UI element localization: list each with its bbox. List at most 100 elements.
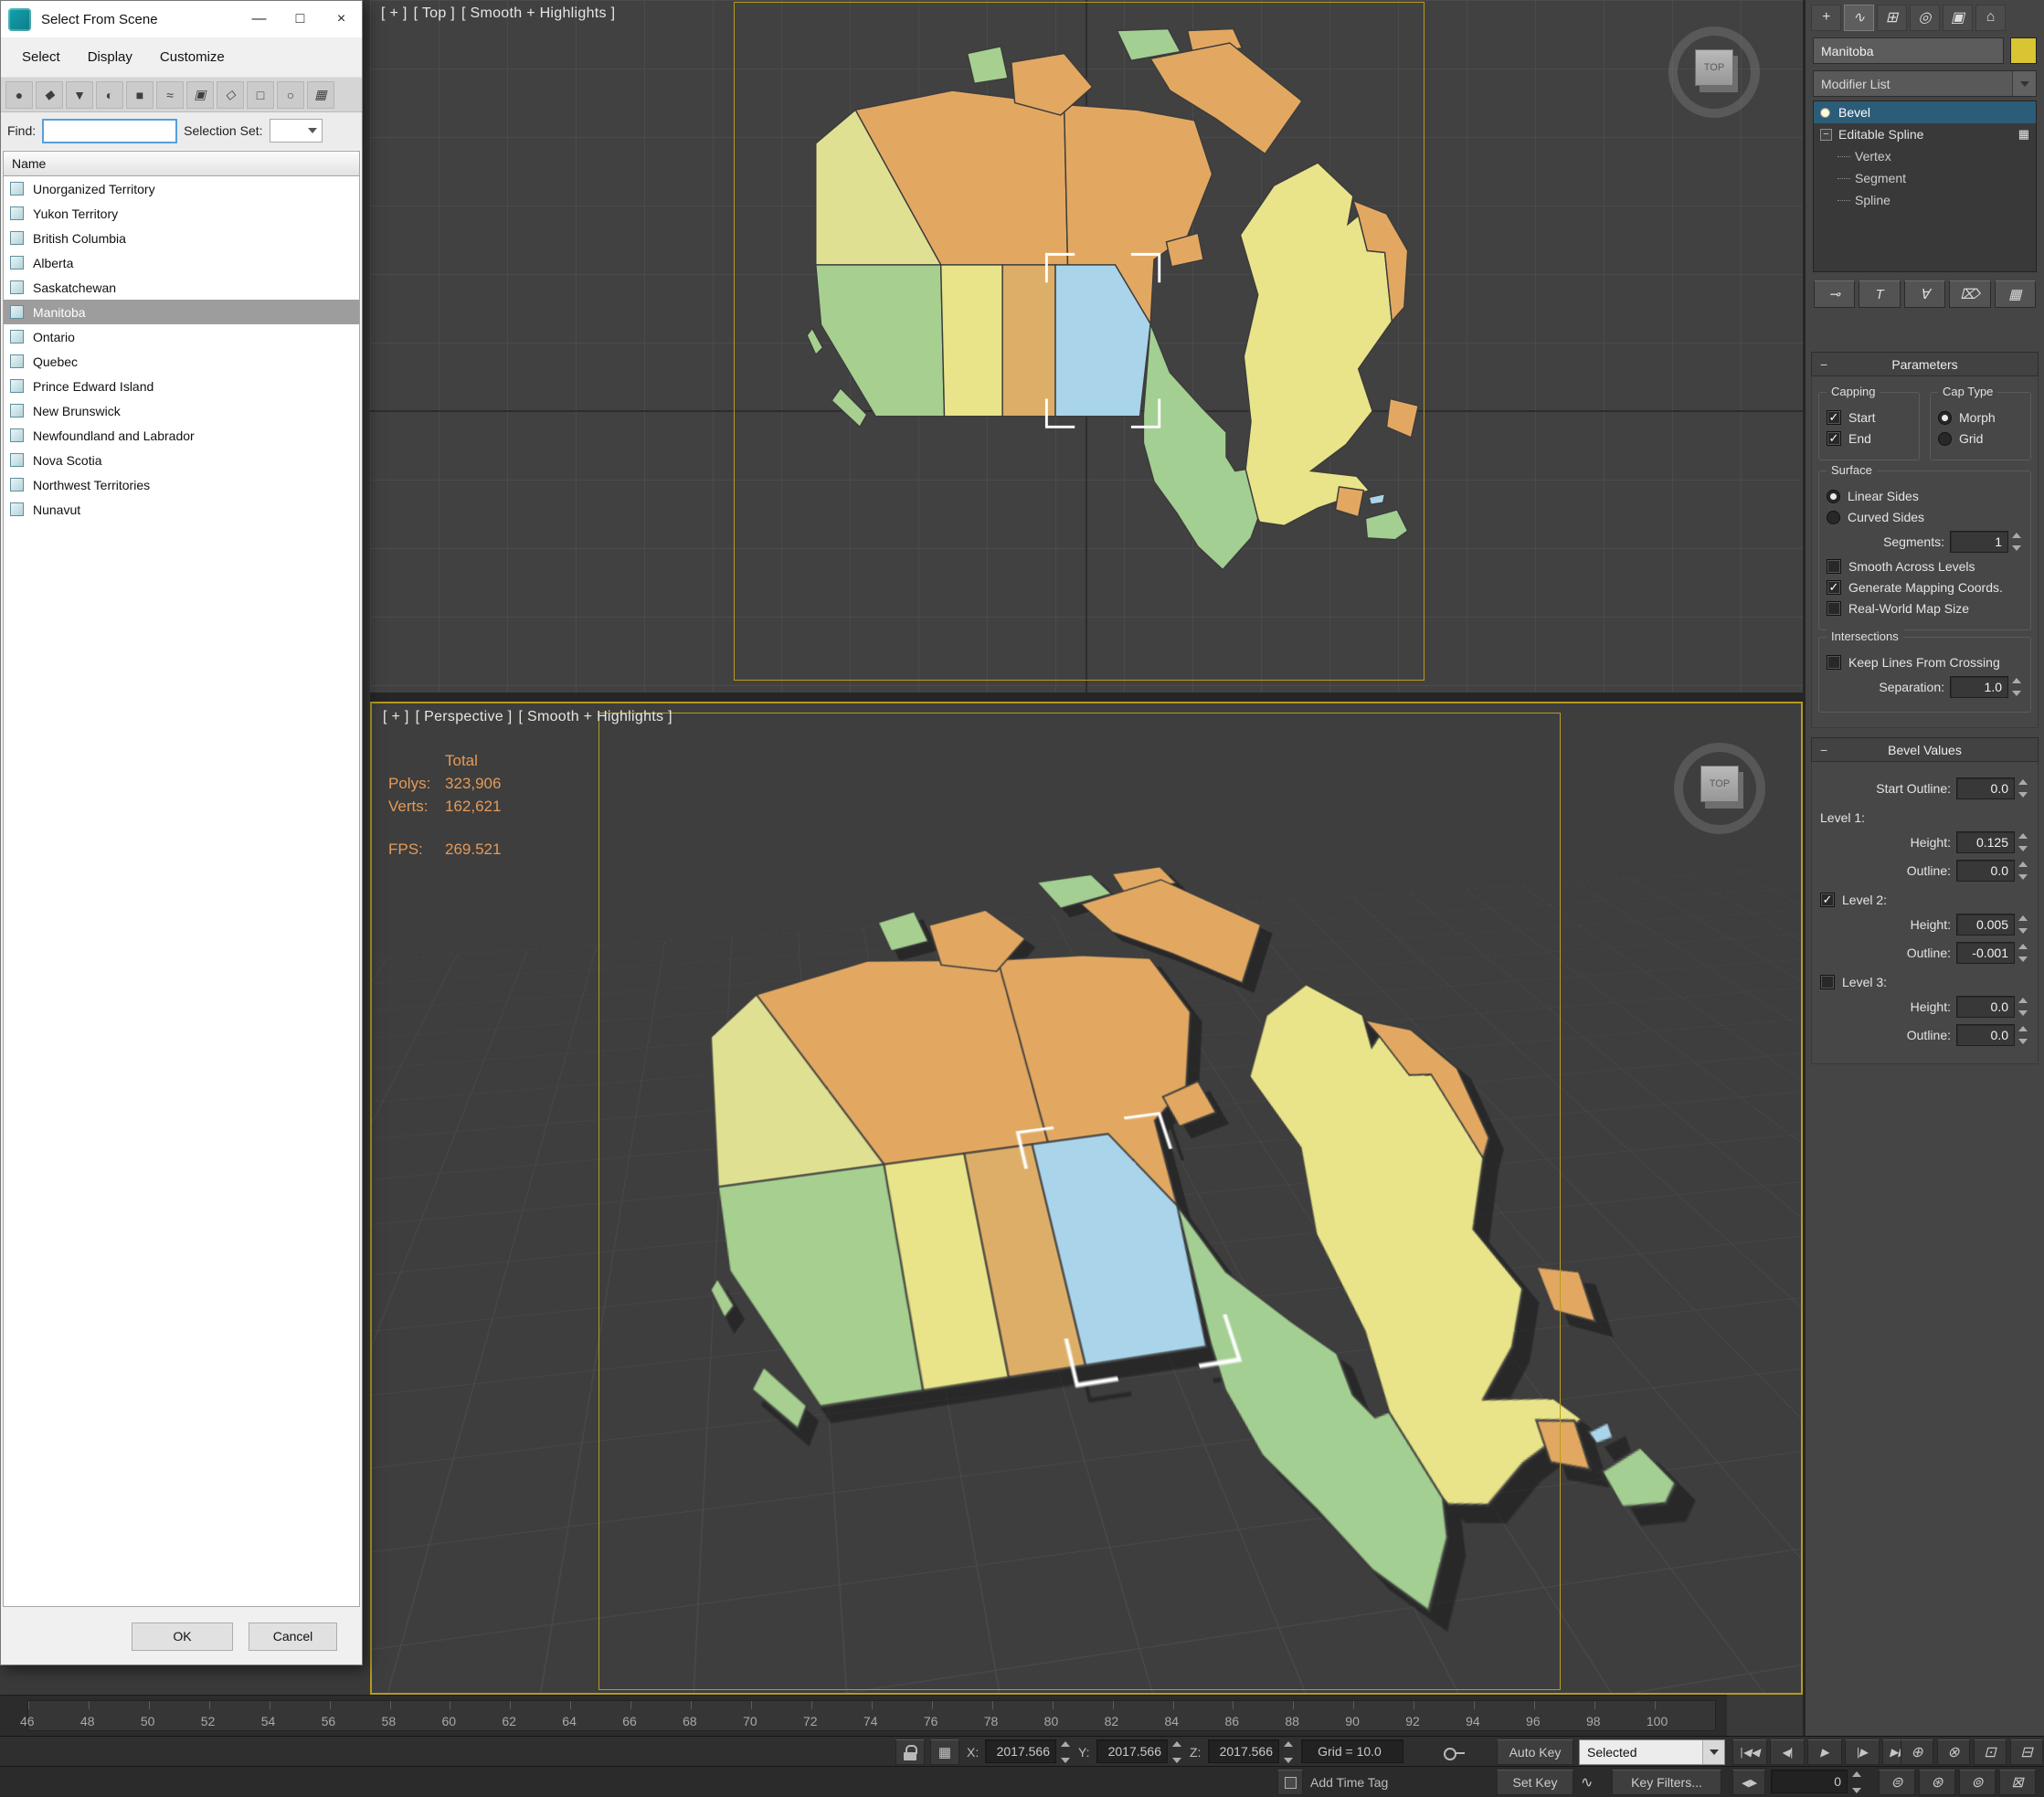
field-of-view-button[interactable]: ⊜ — [1879, 1770, 1915, 1795]
modify-tab[interactable]: ∿ — [1844, 4, 1874, 31]
scene-list-item[interactable]: New Brunswick — [4, 398, 359, 423]
orbit-view-button[interactable]: ⊚ — [1959, 1770, 1996, 1795]
spinner[interactable] — [2018, 860, 2029, 882]
spinner[interactable] — [1283, 1739, 1295, 1765]
display-lights-filter-button[interactable]: ▼ — [66, 80, 93, 109]
modifier-list-dropdown[interactable]: Modifier List — [1813, 70, 2037, 97]
grid-setting[interactable]: Grid = 10.0 — [1301, 1739, 1403, 1763]
previous-frame-button[interactable]: ◀| — [1770, 1739, 1805, 1765]
scene-list-item[interactable]: Manitoba — [4, 300, 359, 324]
make-unique-button[interactable]: ∀ — [1903, 280, 1946, 308]
display-helpers-filter-button[interactable]: ■ — [126, 80, 154, 109]
spinner[interactable] — [2018, 996, 2029, 1018]
display-spacewarps-filter-button[interactable]: ≈ — [156, 80, 184, 109]
z-coordinate-field[interactable]: 2017.566 — [1208, 1739, 1279, 1763]
scene-list-item[interactable]: Ontario — [4, 324, 359, 349]
viewcube-top-face[interactable]: TOP — [1695, 49, 1733, 86]
modifier-stack-row[interactable]: Bevel ▦ — [1814, 101, 2036, 123]
zoom-button[interactable]: ⊕ — [1901, 1739, 1933, 1765]
viewport-splitter[interactable] — [370, 692, 1803, 702]
time-tag-button[interactable] — [1277, 1770, 1303, 1795]
grid-radio[interactable] — [1938, 431, 1952, 446]
auto-key-button[interactable]: Auto Key — [1497, 1739, 1573, 1765]
motion-tab[interactable]: ◎ — [1910, 4, 1940, 31]
close-button[interactable]: × — [321, 1, 362, 37]
spinner[interactable] — [1060, 1739, 1072, 1765]
name-column-header[interactable]: Name — [3, 151, 360, 176]
spinner[interactable] — [1171, 1739, 1183, 1765]
start-checkbox[interactable] — [1827, 410, 1841, 425]
level1-height-field[interactable]: 0.125 — [1956, 831, 2015, 853]
configure-modifier-sets-button[interactable]: ▦ — [1994, 280, 2037, 308]
find-input[interactable] — [42, 118, 178, 143]
viewcube[interactable]: TOP — [1664, 22, 1764, 122]
display-shapes-filter-button[interactable]: ◆ — [36, 80, 63, 109]
hierarchy-tab[interactable]: ⊞ — [1877, 4, 1907, 31]
bevel-values-rollout-header[interactable]: Bevel Values — [1811, 737, 2039, 762]
display-frozen-filter-button[interactable]: ○ — [277, 80, 304, 109]
ok-button[interactable]: OK — [132, 1622, 233, 1651]
zoom-region-button[interactable]: ⊟ — [2010, 1739, 2043, 1765]
modifier-stack-row[interactable]: Segment ▦ — [1814, 167, 2036, 189]
remove-modifier-button[interactable]: ⌦ — [1949, 280, 1991, 308]
display-groups-filter-button[interactable]: ▣ — [186, 80, 214, 109]
cancel-button[interactable]: Cancel — [249, 1622, 337, 1651]
collapse-icon[interactable] — [1820, 128, 1832, 141]
modifier-stack-row[interactable]: Spline ▦ — [1814, 189, 2036, 211]
generate-mapping-coords-checkbox[interactable] — [1827, 580, 1841, 595]
selection-set-dropdown[interactable] — [269, 119, 323, 143]
morph-radio[interactable] — [1938, 410, 1952, 425]
pin-stack-button[interactable]: ⊸ — [1814, 280, 1856, 308]
key-filters-button[interactable]: Key Filters... — [1612, 1770, 1721, 1795]
keyboard-shortcut-override-toggle[interactable] — [1444, 1739, 1466, 1765]
y-coordinate-field[interactable]: 2017.566 — [1096, 1739, 1168, 1763]
level2-checkbox[interactable] — [1820, 893, 1835, 907]
spinner[interactable] — [2018, 831, 2029, 853]
end-checkbox[interactable] — [1827, 431, 1841, 446]
spinner[interactable] — [2018, 942, 2029, 964]
linear-sides-radio[interactable] — [1827, 489, 1840, 503]
viewport-general-menu[interactable]: [ + ] — [383, 709, 409, 724]
display-geometry-filter-button[interactable]: ● — [5, 80, 33, 109]
spinner[interactable] — [2018, 914, 2029, 935]
display-tab[interactable]: ▣ — [1943, 4, 1973, 31]
viewcube[interactable]: TOP — [1669, 738, 1770, 839]
viewport-pov-menu[interactable]: [ Top ] — [414, 5, 455, 21]
spinner[interactable] — [2011, 676, 2023, 698]
scene-list-item[interactable]: Northwest Territories — [4, 472, 359, 497]
display-bones-filter-button[interactable]: ◇ — [217, 80, 244, 109]
next-frame-button[interactable]: |▶ — [1845, 1739, 1880, 1765]
key-mode-dropdown[interactable]: Selected — [1579, 1739, 1725, 1765]
new-key-settings-icon[interactable]: ∿ — [1581, 1770, 1593, 1795]
keep-lines-from-crossing-checkbox[interactable] — [1827, 655, 1841, 670]
object-color-swatch[interactable] — [2010, 37, 2037, 64]
menu-item[interactable]: Display — [74, 43, 146, 71]
maximize-viewport-toggle-button[interactable]: ⊠ — [1999, 1770, 2036, 1795]
set-key-button[interactable]: Set Key — [1497, 1770, 1573, 1795]
scene-list-item[interactable]: Alberta — [4, 250, 359, 275]
viewcube-top-face[interactable]: TOP — [1700, 766, 1739, 802]
scene-list-item[interactable]: British Columbia — [4, 226, 359, 250]
zoom-all-button[interactable]: ⊗ — [1937, 1739, 1970, 1765]
x-coordinate-field[interactable]: 2017.566 — [985, 1739, 1056, 1763]
scene-list-item[interactable]: Quebec — [4, 349, 359, 374]
menu-item[interactable]: Customize — [146, 43, 238, 71]
scene-list-item[interactable]: Yukon Territory — [4, 201, 359, 226]
viewport-perspective[interactable]: [ + ] [ Perspective ] [ Smooth + Highlight… — [370, 702, 1803, 1695]
viewport-shading-menu[interactable]: [ Smooth + Highlights ] — [519, 709, 673, 724]
scene-list-item[interactable]: Newfoundland and Labrador — [4, 423, 359, 448]
viewport-general-menu[interactable]: [ + ] — [381, 5, 408, 21]
scene-list-item[interactable]: Saskatchewan — [4, 275, 359, 300]
separation-field[interactable]: 1.0 — [1950, 676, 2008, 698]
level3-height-field[interactable]: 0.0 — [1956, 996, 2015, 1018]
start-outline-field[interactable]: 0.0 — [1956, 777, 2015, 799]
menu-item[interactable]: Select — [8, 43, 74, 71]
smooth-across-levels-checkbox[interactable] — [1827, 559, 1841, 574]
modifier-stack-row[interactable]: Vertex ▦ — [1814, 145, 2036, 167]
canada-map-top-view[interactable] — [736, 27, 1424, 647]
real-world-map-size-checkbox[interactable] — [1827, 601, 1841, 616]
pan-view-button[interactable]: ⊛ — [1919, 1770, 1955, 1795]
scene-list-item[interactable]: Prince Edward Island — [4, 374, 359, 398]
modifier-enable-bulb-icon[interactable] — [1820, 107, 1830, 118]
show-end-result-button[interactable]: T — [1859, 280, 1901, 308]
